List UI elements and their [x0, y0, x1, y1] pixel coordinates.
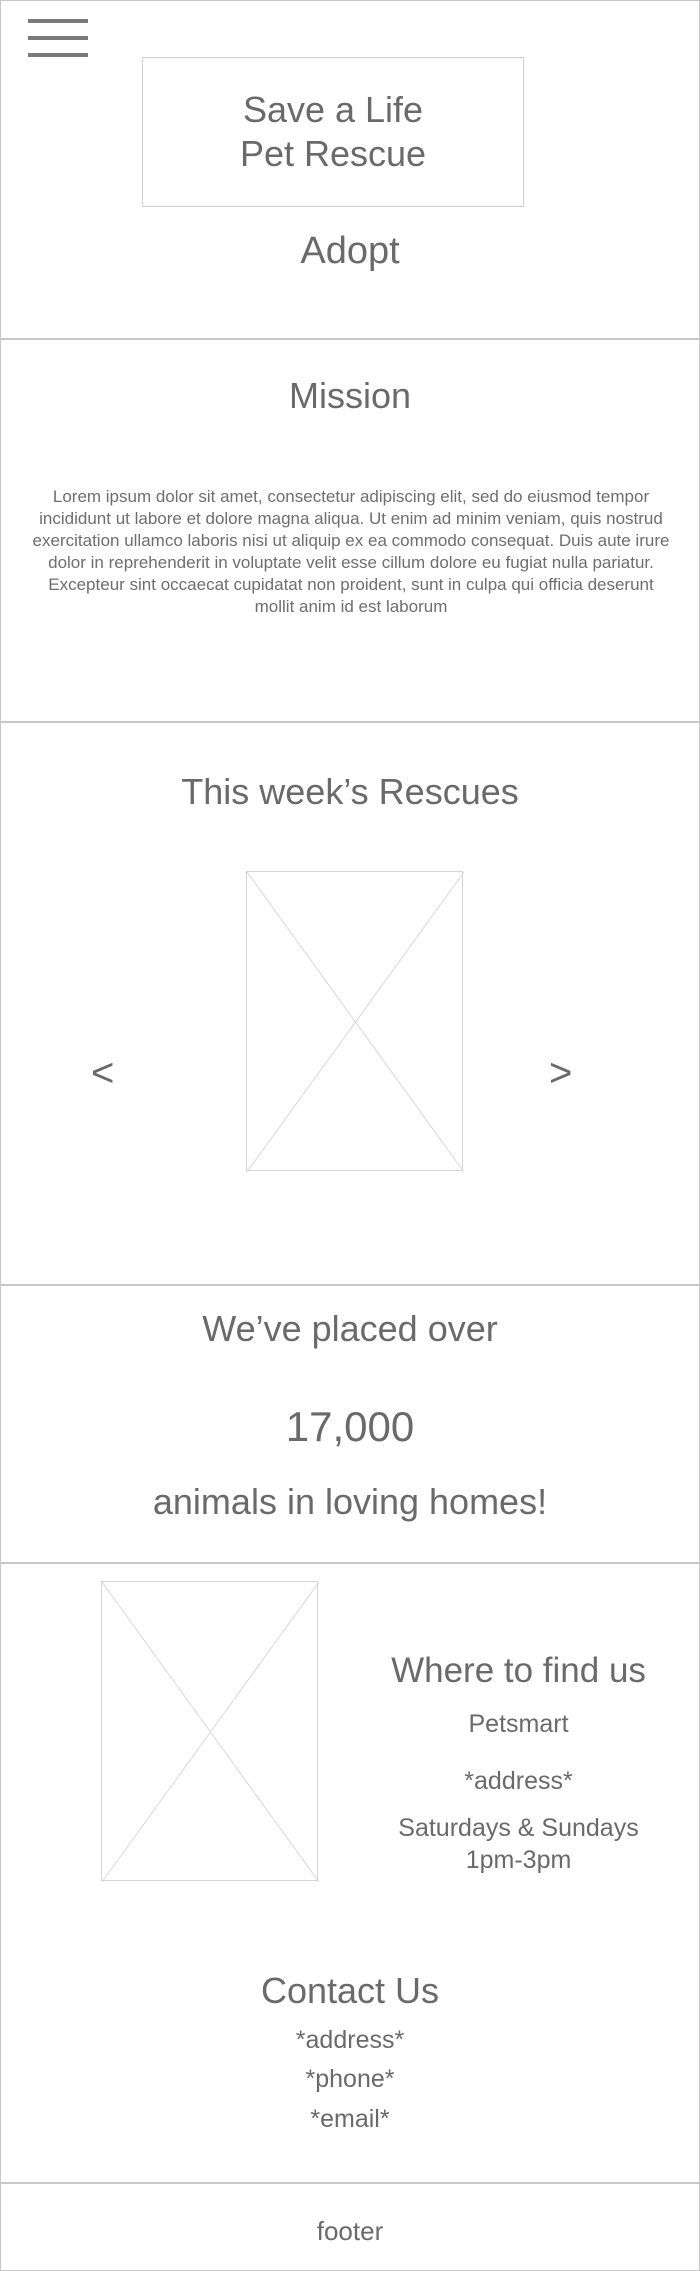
location-address: *address*: [464, 1767, 573, 1795]
logo-line-2: Pet Rescue: [239, 133, 427, 174]
divider: [1, 338, 699, 340]
contact-phone[interactable]: *phone*: [1, 2063, 699, 2095]
location-days: Saturdays & Sundays: [398, 1814, 639, 1842]
hamburger-menu-icon[interactable]: [28, 19, 88, 59]
stats-line-1: We’ve placed over: [202, 1308, 498, 1349]
mission-title: Mission: [288, 375, 412, 416]
location-place: Petsmart: [468, 1710, 569, 1738]
contact-email[interactable]: *email*: [1, 2103, 699, 2135]
carousel-next-button[interactable]: >: [549, 1053, 572, 1093]
page-frame: Save a Life Pet Rescue Adopt Mission Lor…: [0, 0, 700, 2271]
location-hours: 1pm-3pm: [465, 1846, 572, 1874]
image-placeholder-icon: [102, 1582, 319, 1882]
rescues-title: This week’s Rescues: [181, 771, 519, 812]
carousel-prev-button[interactable]: <: [91, 1053, 114, 1093]
divider: [1, 1284, 699, 1286]
mission-text: Lorem ipsum dolor sit amet, consectetur …: [32, 487, 670, 616]
location-image-placeholder: [101, 1581, 319, 1882]
contact-address: *address*: [295, 2026, 405, 2054]
stats-count: 17,000: [285, 1403, 415, 1450]
stats-line-2: animals in loving homes!: [152, 1481, 548, 1522]
rescue-image-placeholder[interactable]: [246, 871, 464, 1172]
adopt-link[interactable]: Adopt: [1, 227, 699, 275]
divider: [1, 721, 699, 723]
divider: [1, 1562, 699, 1564]
location-title: Where to find us: [391, 1651, 646, 1690]
divider: [1, 2182, 699, 2184]
footer-text: footer: [316, 2216, 384, 2246]
image-placeholder-icon: [247, 872, 464, 1172]
logo-line-1: Save a Life: [242, 89, 424, 130]
contact-title: Contact Us: [260, 1970, 440, 2011]
logo[interactable]: Save a Life Pet Rescue: [142, 57, 524, 207]
